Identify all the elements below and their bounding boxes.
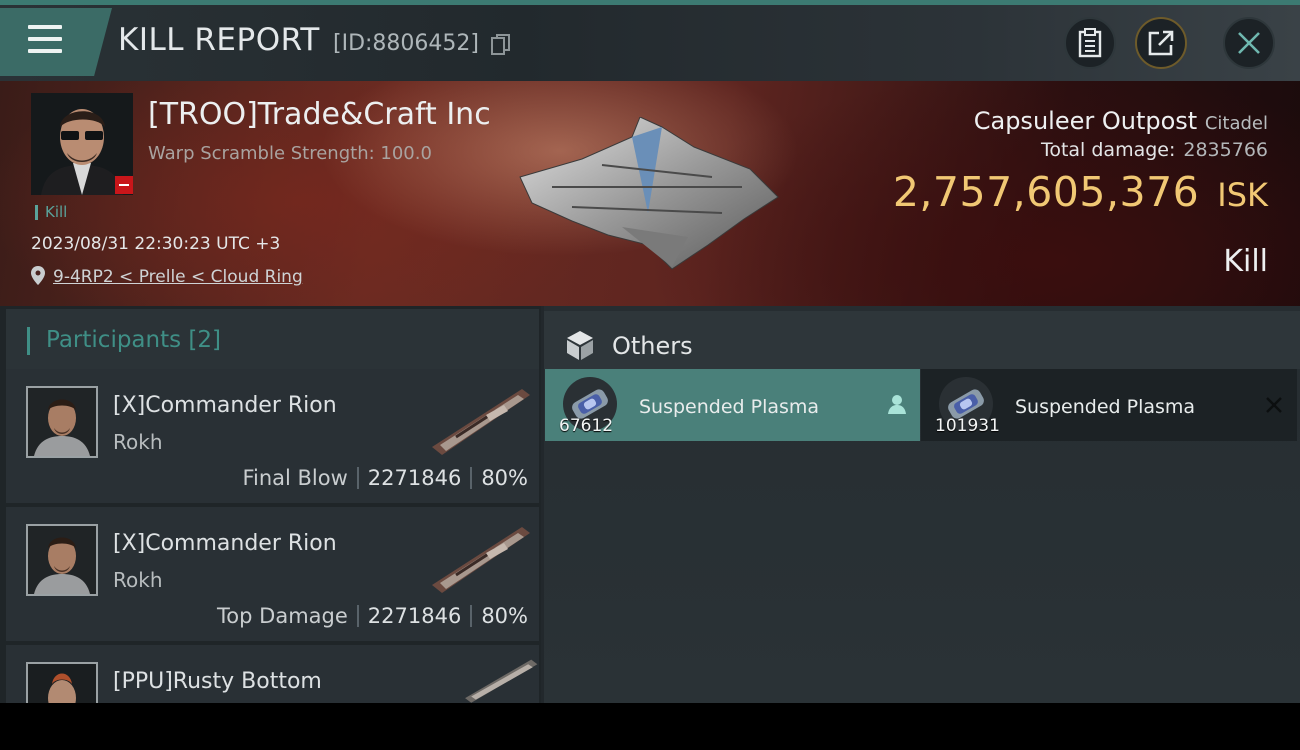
participant-row[interactable]: [X]Commander Rion Rokh Final Blow 227184…	[6, 369, 539, 503]
kill-timestamp: 2023/08/31 22:30:23 UTC +3	[31, 234, 281, 254]
page-title: KILL REPORT	[118, 22, 320, 58]
total-damage-value: 2835766	[1183, 139, 1268, 161]
stat-divider	[356, 605, 359, 627]
participant-name: [X]Commander Rion	[113, 393, 337, 418]
participant-role: Final Blow	[242, 466, 348, 490]
offline-badge	[115, 176, 133, 194]
participant-damage-percent: 80%	[481, 604, 528, 628]
clipboard-button[interactable]	[1064, 17, 1116, 69]
citadel-ship-image	[519, 117, 779, 270]
stat-divider	[470, 605, 473, 627]
participant-damage-percent: 80%	[481, 466, 528, 490]
participant-ship: Rokh	[113, 568, 163, 592]
item-quantity: 101931	[935, 416, 1000, 436]
item-name: Suspended Plasma	[639, 396, 820, 418]
total-damage: Total damage: 2835766	[1041, 139, 1268, 161]
participants-panel: Participants [2] [X]Commander Rion Rokh	[0, 306, 541, 703]
isk-unit: ISK	[1217, 176, 1268, 214]
character-portrait-image	[28, 664, 96, 703]
clipboard-icon	[1078, 28, 1102, 58]
participant-damage: 2271846	[367, 466, 462, 490]
cube-icon	[567, 331, 593, 360]
victim-ship-class: Citadel	[1204, 113, 1268, 134]
participant-stats: Final Blow 2271846 80%	[242, 466, 528, 490]
victim-ship: Capsuleer Outpost Citadel	[974, 107, 1268, 135]
participant-portrait	[26, 386, 98, 458]
total-damage-label: Total damage:	[1040, 139, 1176, 161]
isk-value: 2,757,605,376	[892, 168, 1200, 216]
report-id: [ID:8806452]	[333, 31, 479, 56]
header-bar: KILL REPORT [ID:8806452]	[0, 0, 1300, 81]
participant-stats: Top Damage 2271846 80%	[217, 604, 528, 628]
person-icon	[888, 395, 906, 414]
close-icon	[1238, 32, 1260, 54]
victim-name[interactable]: [TROO]Trade&Craft Inc	[148, 97, 491, 132]
character-portrait-image	[28, 526, 96, 594]
kill-tag: Kill	[35, 205, 67, 220]
participants-count: [2]	[188, 327, 222, 353]
participant-role: Top Damage	[217, 604, 348, 628]
participant-ship: Rokh	[113, 430, 163, 454]
share-icon	[1148, 30, 1174, 56]
others-header: Others	[544, 311, 1300, 369]
menu-button[interactable]	[0, 8, 112, 76]
victim-banner: [TROO]Trade&Craft Inc Warp Scramble Stre…	[0, 81, 1300, 306]
location-pin-icon	[31, 266, 45, 285]
others-title: Others	[612, 332, 693, 360]
participants-title-label: Participants	[46, 327, 182, 353]
participants-title: Participants [2]	[46, 327, 221, 353]
share-button[interactable]	[1135, 17, 1187, 69]
copy-icon[interactable]	[491, 34, 511, 56]
header-accent-bar	[27, 327, 30, 355]
ship-image	[465, 659, 538, 703]
destroyed-x-icon	[1266, 397, 1282, 413]
character-portrait-image	[28, 388, 96, 456]
close-button[interactable]	[1223, 17, 1275, 69]
result-label: Kill	[1223, 244, 1268, 279]
location-link[interactable]: 9-4RP2 < Prelle < Cloud Ring	[53, 267, 303, 287]
victim-ship-name: Capsuleer Outpost	[973, 107, 1198, 135]
participant-row[interactable]: [X]Commander Rion Rokh Top Damage 227184…	[6, 507, 539, 641]
item-quantity: 67612	[559, 416, 614, 436]
destroyed-item[interactable]: 101931 Suspended Plasma	[921, 369, 1297, 441]
isk-value-row: 2,757,605,376 ISK	[893, 168, 1268, 216]
participant-portrait	[26, 662, 98, 703]
warp-scramble-strength: Warp Scramble Strength: 100.0	[148, 143, 432, 164]
item-name: Suspended Plasma	[1015, 396, 1196, 418]
dropped-item[interactable]: 67612 Suspended Plasma	[545, 369, 920, 441]
ship-image	[432, 389, 530, 455]
stat-divider	[356, 467, 359, 489]
participant-damage: 2271846	[367, 604, 462, 628]
others-panel: Others 67612 Suspended Plasma 101931 Sus…	[544, 306, 1300, 703]
ship-image	[432, 527, 530, 593]
participant-name: [PPU]Rusty Bottom	[113, 669, 322, 694]
participant-portrait	[26, 524, 98, 596]
kill-report-screen: KILL REPORT [ID:8806452] [TROO]Trade&Cra…	[0, 0, 1300, 703]
letterbox-bar	[0, 703, 1300, 750]
participant-row[interactable]: [PPU]Rusty Bottom	[6, 645, 539, 703]
participants-header: Participants [2]	[6, 309, 539, 369]
stat-divider	[470, 467, 473, 489]
participant-name: [X]Commander Rion	[113, 531, 337, 556]
